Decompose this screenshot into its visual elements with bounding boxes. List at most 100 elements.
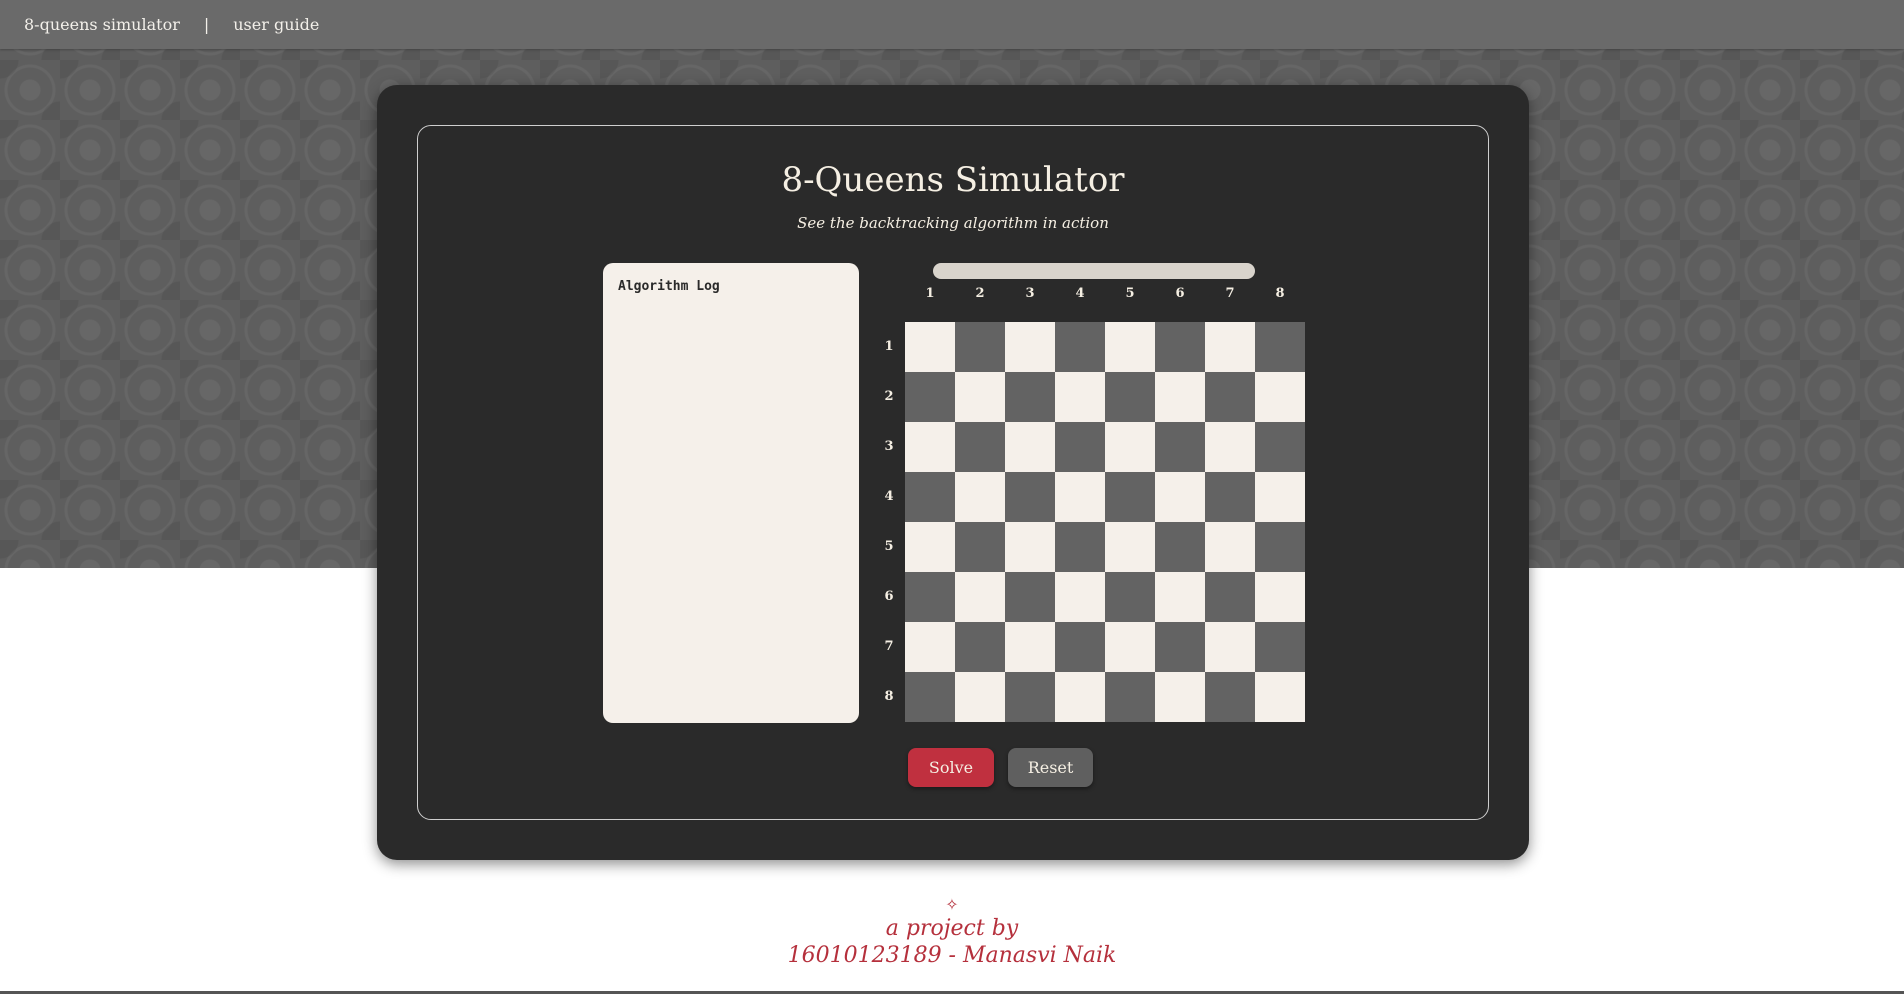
- board-square[interactable]: [1255, 622, 1305, 672]
- board-row-label: 7: [884, 639, 894, 654]
- board-col-label: 8: [1275, 286, 1285, 301]
- footer: ✧ a project by 16010123189 - Manasvi Nai…: [0, 895, 1904, 968]
- board-column-labels: 1 2 3 4 5 6 7 8: [905, 286, 1305, 310]
- board-col-label: 4: [1075, 286, 1085, 301]
- board-square[interactable]: [1055, 472, 1105, 522]
- board-square[interactable]: [1255, 672, 1305, 722]
- board-square[interactable]: [1205, 322, 1255, 372]
- board-square[interactable]: [905, 522, 955, 572]
- reset-button[interactable]: Reset: [1008, 748, 1093, 787]
- board-row-label: 2: [884, 389, 894, 404]
- board-row-label: 8: [884, 689, 894, 704]
- board-square[interactable]: [1105, 422, 1155, 472]
- board-square[interactable]: [1005, 522, 1055, 572]
- board-square[interactable]: [1105, 622, 1155, 672]
- board-square[interactable]: [905, 422, 955, 472]
- board-square[interactable]: [1055, 372, 1105, 422]
- board-square[interactable]: [905, 672, 955, 722]
- algorithm-log-title: Algorithm Log: [618, 279, 720, 294]
- board-square[interactable]: [1005, 572, 1055, 622]
- board-square[interactable]: [905, 322, 955, 372]
- board-square[interactable]: [1255, 522, 1305, 572]
- board-square[interactable]: [1155, 472, 1205, 522]
- board-square[interactable]: [955, 622, 1005, 672]
- board-square[interactable]: [905, 622, 955, 672]
- board-square[interactable]: [1105, 322, 1155, 372]
- board-square[interactable]: [1205, 672, 1255, 722]
- board-square[interactable]: [1005, 672, 1055, 722]
- board-square[interactable]: [1205, 522, 1255, 572]
- board-square[interactable]: [1255, 322, 1305, 372]
- board-col-label: 5: [1125, 286, 1135, 301]
- board-square[interactable]: [1155, 422, 1205, 472]
- simulator-frame: 8-Queens Simulator See the backtracking …: [417, 125, 1489, 820]
- board-square[interactable]: [905, 372, 955, 422]
- board-square[interactable]: [1105, 672, 1155, 722]
- board-square[interactable]: [1155, 572, 1205, 622]
- board-square[interactable]: [1105, 372, 1155, 422]
- board-square[interactable]: [1255, 572, 1305, 622]
- solve-button[interactable]: Solve: [908, 748, 994, 787]
- board-square[interactable]: [1055, 422, 1105, 472]
- board-row-label: 1: [884, 339, 894, 354]
- footer-credit-label: a project by: [885, 916, 1019, 941]
- board-square[interactable]: [1105, 572, 1155, 622]
- nav-link-home[interactable]: 8-queens simulator: [24, 15, 180, 34]
- board-square[interactable]: [1105, 522, 1155, 572]
- board-col-label: 6: [1175, 286, 1185, 301]
- board-square[interactable]: [905, 572, 955, 622]
- board-square[interactable]: [1255, 472, 1305, 522]
- board-square[interactable]: [905, 472, 955, 522]
- algorithm-log-panel[interactable]: Algorithm Log: [603, 263, 859, 723]
- progress-bar: [933, 263, 1255, 279]
- board-square[interactable]: [1005, 322, 1055, 372]
- board-col-label: 1: [925, 286, 935, 301]
- board-square[interactable]: [955, 572, 1005, 622]
- board-row-label: 3: [884, 439, 894, 454]
- board-col-label: 2: [975, 286, 985, 301]
- board-square[interactable]: [1155, 322, 1205, 372]
- board-square[interactable]: [955, 672, 1005, 722]
- board-square[interactable]: [1205, 372, 1255, 422]
- board-square[interactable]: [955, 472, 1005, 522]
- sparkle-icon: ✧: [945, 895, 959, 914]
- footer-author: 16010123189 - Manasvi Naik: [787, 943, 1117, 968]
- board-row-label: 6: [884, 589, 894, 604]
- board-row-labels: 1 2 3 4 5 6 7 8: [877, 322, 901, 722]
- board-square[interactable]: [1255, 372, 1305, 422]
- board-square[interactable]: [1055, 322, 1105, 372]
- board-square[interactable]: [1255, 422, 1305, 472]
- nav-separator: |: [203, 15, 210, 34]
- nav-link-user-guide[interactable]: user guide: [233, 15, 319, 34]
- board-square[interactable]: [1055, 622, 1105, 672]
- board-square[interactable]: [955, 422, 1005, 472]
- page-subtitle: See the backtracking algorithm in action: [797, 214, 1109, 232]
- board-square[interactable]: [1105, 472, 1155, 522]
- board-square[interactable]: [1155, 672, 1205, 722]
- board-square[interactable]: [1205, 622, 1255, 672]
- board-square[interactable]: [1055, 572, 1105, 622]
- board-square[interactable]: [1205, 572, 1255, 622]
- board-row-label: 4: [884, 489, 894, 504]
- simulator-card: 8-Queens Simulator See the backtracking …: [377, 85, 1529, 860]
- board-square[interactable]: [1055, 522, 1105, 572]
- board-square[interactable]: [955, 522, 1005, 572]
- board-square[interactable]: [1205, 472, 1255, 522]
- board-square[interactable]: [1005, 422, 1055, 472]
- board-square[interactable]: [1005, 472, 1055, 522]
- board-square[interactable]: [1155, 522, 1205, 572]
- board-row-label: 5: [884, 539, 894, 554]
- page-title: 8-Queens Simulator: [781, 160, 1125, 200]
- board-square[interactable]: [1155, 372, 1205, 422]
- board-square[interactable]: [955, 372, 1005, 422]
- board-col-label: 3: [1025, 286, 1035, 301]
- board-square[interactable]: [1005, 622, 1055, 672]
- board-square[interactable]: [955, 322, 1005, 372]
- board-square[interactable]: [1205, 422, 1255, 472]
- chess-board: [905, 322, 1305, 722]
- top-nav-bar: 8-queens simulator | user guide: [0, 0, 1904, 49]
- board-square[interactable]: [1005, 372, 1055, 422]
- board-square[interactable]: [1055, 672, 1105, 722]
- board-col-label: 7: [1225, 286, 1235, 301]
- board-square[interactable]: [1155, 622, 1205, 672]
